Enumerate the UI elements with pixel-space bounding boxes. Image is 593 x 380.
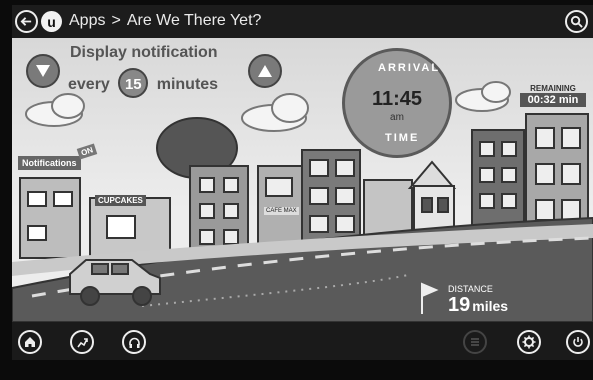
home-button[interactable] [18, 330, 42, 354]
notifications-sign[interactable]: Notifications [18, 156, 81, 170]
breadcrumb-current: Are We There Yet? [126, 12, 262, 29]
arrival-label: ARRIVAL [378, 62, 441, 74]
triangle-down-icon [36, 65, 50, 77]
back-arrow-icon [20, 17, 32, 26]
cupcakes-sign: CUPCAKES [95, 195, 146, 206]
breadcrumb: Apps > Are We There Yet? [69, 12, 261, 30]
notification-minutes-label: minutes [156, 76, 219, 93]
menu-button[interactable] [463, 330, 487, 354]
media-button[interactable] [122, 330, 146, 354]
logo-letter: u [47, 13, 56, 30]
notification-every-label: every [68, 76, 110, 93]
back-button[interactable] [15, 10, 38, 33]
power-icon [573, 337, 583, 347]
bottom-bar [12, 322, 593, 360]
top-bar: u Apps > Are We There Yet? [12, 5, 593, 38]
power-button[interactable] [566, 330, 590, 354]
notification-label-line2: every 15 minutes [68, 68, 218, 98]
distance-value: 19 miles [448, 294, 508, 317]
uconnect-logo: u [41, 11, 62, 32]
app-frame: u Apps > Are We There Yet? Display notif… [0, 0, 593, 380]
arrival-ampm: am [390, 112, 404, 123]
decrease-interval-button[interactable] [26, 54, 60, 88]
remaining-label: REMAINING [530, 84, 576, 93]
breadcrumb-apps-link[interactable]: Apps [69, 12, 105, 29]
distance-number: 19 [448, 294, 471, 316]
trip-scene: Display notification every 15 minutes AR… [12, 38, 593, 322]
arrival-time-value: 11:45 [371, 88, 423, 110]
navigation-icon [76, 337, 88, 347]
cafe-sign: CAFE MAX [264, 207, 299, 215]
settings-button[interactable] [517, 330, 541, 354]
distance-unit: miles [472, 298, 509, 314]
menu-icon [471, 338, 479, 346]
search-button[interactable] [565, 10, 588, 33]
remaining-time-sign: REMAINING 00:32 min [520, 84, 586, 107]
notification-label-line1: Display notification [70, 44, 218, 61]
notification-minutes-value: 15 [118, 68, 149, 98]
arrival-time-badge: ARRIVAL 11:45 am TIME [342, 48, 452, 158]
navigation-button[interactable] [70, 330, 94, 354]
distance-label: DISTANCE [448, 284, 493, 294]
increase-interval-button[interactable] [248, 54, 282, 88]
gear-icon [522, 335, 536, 349]
search-icon [570, 15, 583, 28]
breadcrumb-separator: > [111, 12, 121, 29]
triangle-up-icon [258, 65, 272, 77]
headphones-icon [128, 337, 140, 348]
home-icon [25, 337, 35, 347]
time-label: TIME [385, 132, 420, 144]
remaining-value: 00:32 min [520, 93, 586, 107]
